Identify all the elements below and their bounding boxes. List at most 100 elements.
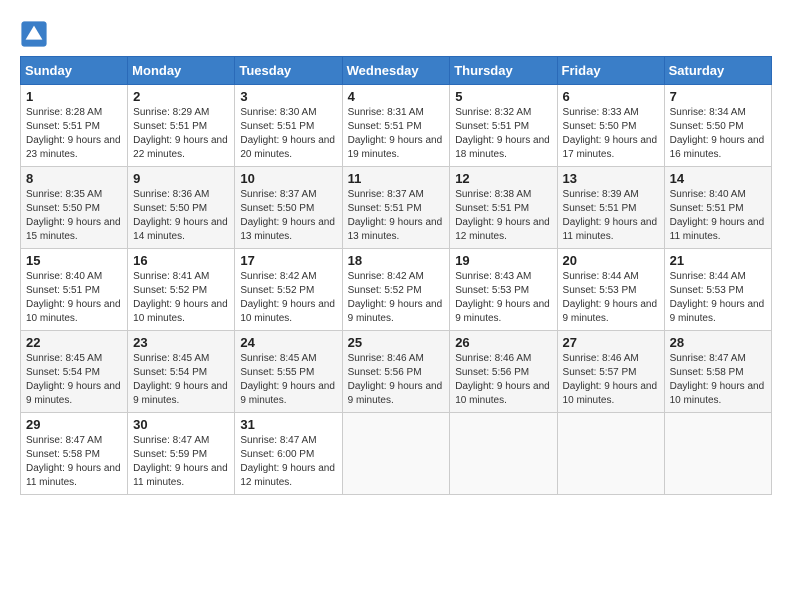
day-number: 29 — [26, 417, 122, 432]
day-number: 4 — [348, 89, 445, 104]
day-info: Sunrise: 8:28 AMSunset: 5:51 PMDaylight:… — [26, 107, 121, 160]
day-number: 12 — [455, 171, 551, 186]
calendar-day-cell — [557, 413, 664, 495]
calendar-day-cell: 15 Sunrise: 8:40 AMSunset: 5:51 PMDaylig… — [21, 249, 128, 331]
calendar-day-cell: 29 Sunrise: 8:47 AMSunset: 5:58 PMDaylig… — [21, 413, 128, 495]
day-info: Sunrise: 8:41 AMSunset: 5:52 PMDaylight:… — [133, 271, 228, 324]
calendar-day-cell: 14 Sunrise: 8:40 AMSunset: 5:51 PMDaylig… — [664, 167, 771, 249]
day-info: Sunrise: 8:31 AMSunset: 5:51 PMDaylight:… — [348, 107, 443, 160]
day-info: Sunrise: 8:43 AMSunset: 5:53 PMDaylight:… — [455, 271, 550, 324]
calendar-day-cell: 9 Sunrise: 8:36 AMSunset: 5:50 PMDayligh… — [128, 167, 235, 249]
page-header — [20, 20, 772, 48]
calendar-week-row: 29 Sunrise: 8:47 AMSunset: 5:58 PMDaylig… — [21, 413, 772, 495]
day-number: 5 — [455, 89, 551, 104]
day-number: 19 — [455, 253, 551, 268]
day-number: 8 — [26, 171, 122, 186]
calendar-day-cell: 6 Sunrise: 8:33 AMSunset: 5:50 PMDayligh… — [557, 85, 664, 167]
day-info: Sunrise: 8:45 AMSunset: 5:54 PMDaylight:… — [26, 353, 121, 406]
day-number: 28 — [670, 335, 766, 350]
day-info: Sunrise: 8:46 AMSunset: 5:56 PMDaylight:… — [455, 353, 550, 406]
day-info: Sunrise: 8:37 AMSunset: 5:51 PMDaylight:… — [348, 189, 443, 242]
weekday-header-tuesday: Tuesday — [235, 57, 342, 85]
day-number: 25 — [348, 335, 445, 350]
logo-icon — [20, 20, 48, 48]
day-info: Sunrise: 8:47 AMSunset: 5:58 PMDaylight:… — [670, 353, 765, 406]
day-info: Sunrise: 8:47 AMSunset: 5:58 PMDaylight:… — [26, 435, 121, 488]
weekday-header-sunday: Sunday — [21, 57, 128, 85]
day-number: 13 — [563, 171, 659, 186]
day-number: 6 — [563, 89, 659, 104]
calendar-day-cell: 20 Sunrise: 8:44 AMSunset: 5:53 PMDaylig… — [557, 249, 664, 331]
calendar-day-cell — [342, 413, 450, 495]
day-number: 22 — [26, 335, 122, 350]
calendar-week-row: 8 Sunrise: 8:35 AMSunset: 5:50 PMDayligh… — [21, 167, 772, 249]
day-number: 24 — [240, 335, 336, 350]
day-info: Sunrise: 8:44 AMSunset: 5:53 PMDaylight:… — [563, 271, 658, 324]
weekday-header-wednesday: Wednesday — [342, 57, 450, 85]
calendar-day-cell — [450, 413, 557, 495]
calendar-day-cell: 16 Sunrise: 8:41 AMSunset: 5:52 PMDaylig… — [128, 249, 235, 331]
calendar-week-row: 15 Sunrise: 8:40 AMSunset: 5:51 PMDaylig… — [21, 249, 772, 331]
calendar-day-cell — [664, 413, 771, 495]
calendar-day-cell: 25 Sunrise: 8:46 AMSunset: 5:56 PMDaylig… — [342, 331, 450, 413]
calendar-day-cell: 10 Sunrise: 8:37 AMSunset: 5:50 PMDaylig… — [235, 167, 342, 249]
calendar-day-cell: 22 Sunrise: 8:45 AMSunset: 5:54 PMDaylig… — [21, 331, 128, 413]
day-info: Sunrise: 8:44 AMSunset: 5:53 PMDaylight:… — [670, 271, 765, 324]
day-number: 11 — [348, 171, 445, 186]
calendar-day-cell: 24 Sunrise: 8:45 AMSunset: 5:55 PMDaylig… — [235, 331, 342, 413]
calendar-day-cell: 4 Sunrise: 8:31 AMSunset: 5:51 PMDayligh… — [342, 85, 450, 167]
calendar-day-cell: 30 Sunrise: 8:47 AMSunset: 5:59 PMDaylig… — [128, 413, 235, 495]
day-number: 10 — [240, 171, 336, 186]
day-info: Sunrise: 8:47 AMSunset: 5:59 PMDaylight:… — [133, 435, 228, 488]
day-number: 27 — [563, 335, 659, 350]
calendar-day-cell: 12 Sunrise: 8:38 AMSunset: 5:51 PMDaylig… — [450, 167, 557, 249]
day-number: 7 — [670, 89, 766, 104]
day-number: 31 — [240, 417, 336, 432]
calendar-day-cell: 28 Sunrise: 8:47 AMSunset: 5:58 PMDaylig… — [664, 331, 771, 413]
day-info: Sunrise: 8:46 AMSunset: 5:57 PMDaylight:… — [563, 353, 658, 406]
calendar-day-cell: 19 Sunrise: 8:43 AMSunset: 5:53 PMDaylig… — [450, 249, 557, 331]
day-info: Sunrise: 8:34 AMSunset: 5:50 PMDaylight:… — [670, 107, 765, 160]
day-info: Sunrise: 8:45 AMSunset: 5:54 PMDaylight:… — [133, 353, 228, 406]
day-number: 21 — [670, 253, 766, 268]
day-number: 15 — [26, 253, 122, 268]
day-info: Sunrise: 8:42 AMSunset: 5:52 PMDaylight:… — [240, 271, 335, 324]
day-number: 3 — [240, 89, 336, 104]
day-number: 14 — [670, 171, 766, 186]
calendar-body: 1 Sunrise: 8:28 AMSunset: 5:51 PMDayligh… — [21, 85, 772, 495]
day-info: Sunrise: 8:38 AMSunset: 5:51 PMDaylight:… — [455, 189, 550, 242]
calendar-day-cell: 31 Sunrise: 8:47 AMSunset: 6:00 PMDaylig… — [235, 413, 342, 495]
calendar-day-cell: 2 Sunrise: 8:29 AMSunset: 5:51 PMDayligh… — [128, 85, 235, 167]
day-info: Sunrise: 8:32 AMSunset: 5:51 PMDaylight:… — [455, 107, 550, 160]
day-info: Sunrise: 8:30 AMSunset: 5:51 PMDaylight:… — [240, 107, 335, 160]
day-number: 9 — [133, 171, 229, 186]
calendar-day-cell: 1 Sunrise: 8:28 AMSunset: 5:51 PMDayligh… — [21, 85, 128, 167]
day-number: 30 — [133, 417, 229, 432]
day-info: Sunrise: 8:45 AMSunset: 5:55 PMDaylight:… — [240, 353, 335, 406]
day-info: Sunrise: 8:35 AMSunset: 5:50 PMDaylight:… — [26, 189, 121, 242]
day-info: Sunrise: 8:37 AMSunset: 5:50 PMDaylight:… — [240, 189, 335, 242]
day-info: Sunrise: 8:33 AMSunset: 5:50 PMDaylight:… — [563, 107, 658, 160]
calendar-day-cell: 13 Sunrise: 8:39 AMSunset: 5:51 PMDaylig… — [557, 167, 664, 249]
logo — [20, 20, 52, 48]
day-number: 18 — [348, 253, 445, 268]
calendar-day-cell: 18 Sunrise: 8:42 AMSunset: 5:52 PMDaylig… — [342, 249, 450, 331]
day-number: 20 — [563, 253, 659, 268]
weekday-header-row: SundayMondayTuesdayWednesdayThursdayFrid… — [21, 57, 772, 85]
calendar-day-cell: 7 Sunrise: 8:34 AMSunset: 5:50 PMDayligh… — [664, 85, 771, 167]
day-number: 23 — [133, 335, 229, 350]
day-info: Sunrise: 8:40 AMSunset: 5:51 PMDaylight:… — [26, 271, 121, 324]
calendar-day-cell: 26 Sunrise: 8:46 AMSunset: 5:56 PMDaylig… — [450, 331, 557, 413]
day-number: 17 — [240, 253, 336, 268]
calendar-table: SundayMondayTuesdayWednesdayThursdayFrid… — [20, 56, 772, 495]
weekday-header-monday: Monday — [128, 57, 235, 85]
day-info: Sunrise: 8:40 AMSunset: 5:51 PMDaylight:… — [670, 189, 765, 242]
day-number: 2 — [133, 89, 229, 104]
calendar-day-cell: 27 Sunrise: 8:46 AMSunset: 5:57 PMDaylig… — [557, 331, 664, 413]
day-info: Sunrise: 8:29 AMSunset: 5:51 PMDaylight:… — [133, 107, 228, 160]
calendar-week-row: 1 Sunrise: 8:28 AMSunset: 5:51 PMDayligh… — [21, 85, 772, 167]
calendar-day-cell: 11 Sunrise: 8:37 AMSunset: 5:51 PMDaylig… — [342, 167, 450, 249]
weekday-header-thursday: Thursday — [450, 57, 557, 85]
day-info: Sunrise: 8:47 AMSunset: 6:00 PMDaylight:… — [240, 435, 335, 488]
day-info: Sunrise: 8:46 AMSunset: 5:56 PMDaylight:… — [348, 353, 443, 406]
